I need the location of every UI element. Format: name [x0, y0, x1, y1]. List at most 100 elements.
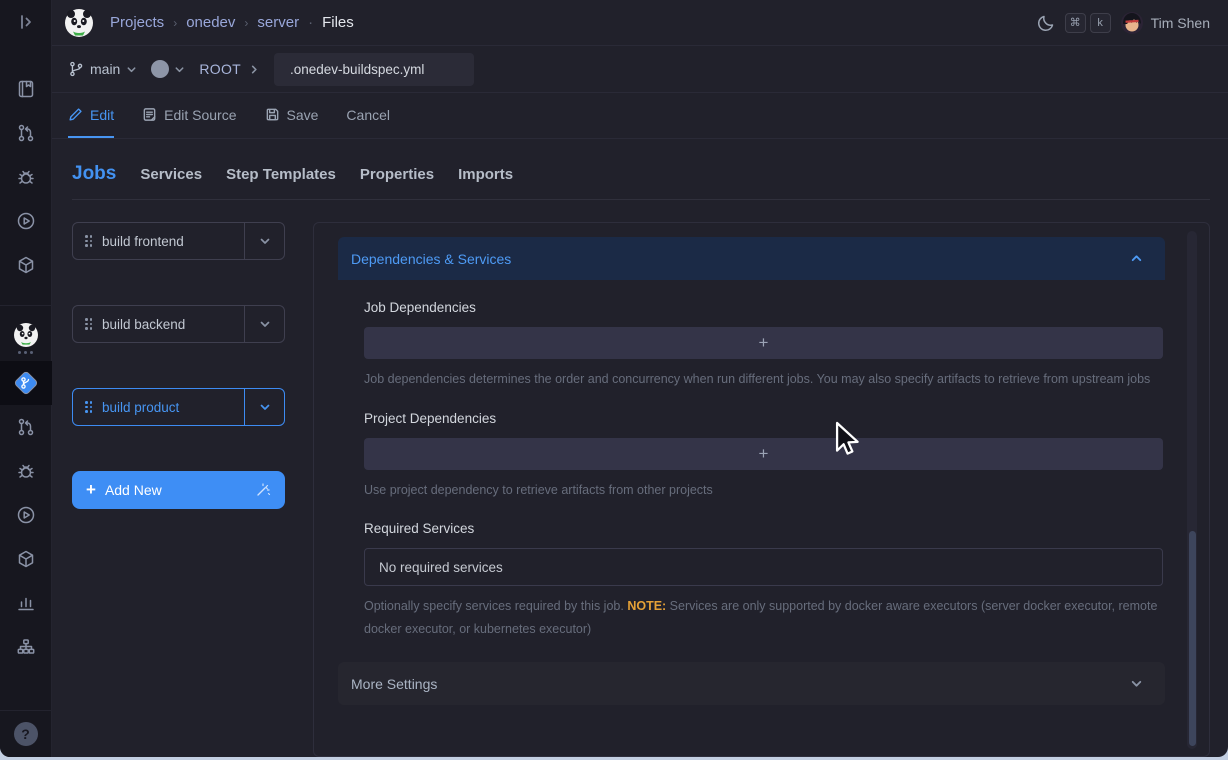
add-new-job-button[interactable]: + Add New: [72, 471, 285, 509]
main-area: Projects › onedev › server · Files ⌘ k T…: [52, 0, 1228, 757]
chevron-down-icon: [174, 64, 185, 75]
git-branch-icon: [68, 61, 84, 77]
job-item-build-product-selected[interactable]: build product: [72, 388, 285, 426]
breadcrumb-current-files: Files: [322, 14, 354, 31]
user-avatar: [1121, 12, 1143, 34]
plus-icon: +: [86, 480, 96, 500]
keyboard-shortcut-hint: ⌘ k: [1065, 13, 1111, 33]
more-dots-icon: [18, 351, 33, 354]
chevron-right-icon: [249, 64, 260, 75]
dependencies-services-header[interactable]: Dependencies & Services: [338, 237, 1165, 280]
breadcrumb-projects[interactable]: Projects: [110, 14, 164, 31]
add-project-dependency-button[interactable]: +: [364, 438, 1163, 470]
file-name-input[interactable]: .onedev-buildspec.yml: [274, 53, 474, 86]
package-icon: [16, 549, 36, 569]
save-icon: [265, 107, 280, 122]
drag-handle-icon[interactable]: [85, 318, 92, 330]
pencil-icon: [68, 107, 83, 122]
add-job-dependency-button[interactable]: +: [364, 327, 1163, 359]
sidebar-item-builds[interactable]: [0, 493, 52, 537]
panel-title: Dependencies & Services: [351, 251, 511, 267]
sidebar-collapse-icon[interactable]: [16, 10, 36, 34]
drag-handle-icon[interactable]: [85, 235, 92, 247]
sidebar-item-issues[interactable]: [0, 449, 52, 493]
chevron-down-icon: [126, 64, 137, 75]
dark-mode-toggle-icon[interactable]: [1037, 14, 1055, 32]
sidebar-divider: [0, 305, 52, 306]
tab-properties[interactable]: Properties: [360, 166, 434, 183]
required-services-label: Required Services: [364, 521, 1163, 536]
help-icon[interactable]: ?: [14, 722, 38, 746]
breadcrumb-dot-separator: ·: [308, 14, 313, 31]
job-menu-caret[interactable]: [244, 223, 284, 259]
drag-handle-icon[interactable]: [85, 401, 92, 413]
job-item-build-frontend[interactable]: build frontend: [72, 222, 285, 260]
play-circle-icon: [16, 211, 36, 231]
k-key-badge: k: [1090, 13, 1111, 33]
cmd-key-badge: ⌘: [1065, 13, 1086, 33]
sidebar: ?: [0, 0, 52, 757]
sidebar-item-docs[interactable]: [0, 67, 52, 111]
branch-name: main: [90, 61, 120, 77]
job-menu-caret[interactable]: [244, 306, 284, 342]
git-diamond-icon: [13, 370, 39, 396]
pull-request-icon: [16, 123, 36, 143]
hierarchy-icon: [16, 637, 36, 657]
tab-edit-source[interactable]: Edit Source: [142, 93, 236, 138]
breadcrumb-server[interactable]: server: [257, 14, 299, 31]
magic-wand-icon: [255, 482, 271, 498]
sidebar-project-avatar[interactable]: [14, 323, 38, 354]
breadcrumb-onedev[interactable]: onedev: [186, 14, 235, 31]
chevron-down-icon: [259, 401, 271, 413]
note-label: NOTE:: [627, 599, 666, 613]
sidebar-item-pull-requests-global[interactable]: [0, 111, 52, 155]
card-scrollbar-track[interactable]: [1187, 231, 1197, 749]
dependencies-services-body: Job Dependencies + Job dependencies dete…: [338, 280, 1165, 644]
user-menu[interactable]: Tim Shen: [1121, 12, 1210, 34]
job-menu-caret[interactable]: [244, 389, 284, 425]
branch-selector[interactable]: main: [68, 61, 137, 77]
breadcrumb-separator: ›: [173, 16, 177, 30]
tab-step-templates[interactable]: Step Templates: [226, 166, 336, 183]
play-circle-icon: [16, 505, 36, 525]
root-breadcrumb[interactable]: ROOT: [199, 61, 241, 77]
more-settings-header[interactable]: More Settings: [338, 662, 1165, 705]
sidebar-item-pull-requests[interactable]: [0, 405, 52, 449]
save-button[interactable]: Save: [265, 93, 319, 138]
buildspec-section-tabs: Jobs Services Step Templates Properties …: [72, 139, 1210, 200]
bar-chart-icon: [16, 593, 36, 613]
user-filter-selector[interactable]: [151, 60, 185, 78]
sidebar-item-child-projects[interactable]: [0, 625, 52, 669]
sidebar-item-stats[interactable]: [0, 581, 52, 625]
job-item-build-backend[interactable]: build backend: [72, 305, 285, 343]
tab-edit[interactable]: Edit: [68, 93, 114, 138]
job-list: build frontend build backend: [72, 222, 285, 757]
sidebar-item-packages-global[interactable]: [0, 243, 52, 287]
breadcrumb: Projects › onedev › server · Files: [110, 14, 354, 31]
bug-icon: [16, 461, 36, 481]
bug-icon: [16, 167, 36, 187]
tab-jobs[interactable]: Jobs: [72, 163, 116, 185]
project-dependencies-label: Project Dependencies: [364, 411, 1163, 426]
card-scrollbar-thumb[interactable]: [1189, 531, 1196, 746]
sidebar-item-packages[interactable]: [0, 537, 52, 581]
user-name: Tim Shen: [1151, 15, 1210, 31]
edit-source-icon: [142, 107, 157, 122]
onedev-logo[interactable]: [64, 8, 94, 38]
sidebar-item-files-selected[interactable]: [0, 361, 52, 405]
book-icon: [16, 79, 36, 99]
chevron-down-icon: [259, 235, 271, 247]
tab-imports[interactable]: Imports: [458, 166, 513, 183]
cancel-button[interactable]: Cancel: [346, 93, 390, 138]
sidebar-divider: [0, 710, 52, 711]
required-services-input[interactable]: No required services: [364, 548, 1163, 586]
sidebar-item-builds-global[interactable]: [0, 199, 52, 243]
tab-services[interactable]: Services: [140, 166, 202, 183]
job-detail-card: Dependencies & Services Job Dependencies…: [313, 222, 1210, 757]
file-navigation-bar: main ROOT .onedev-buildspec.yml: [52, 46, 1228, 93]
content-area: Jobs Services Step Templates Properties …: [52, 139, 1228, 757]
breadcrumb-separator: ›: [244, 16, 248, 30]
pull-request-icon: [16, 417, 36, 437]
sidebar-item-issues-global[interactable]: [0, 155, 52, 199]
user-circle-icon: [151, 60, 169, 78]
